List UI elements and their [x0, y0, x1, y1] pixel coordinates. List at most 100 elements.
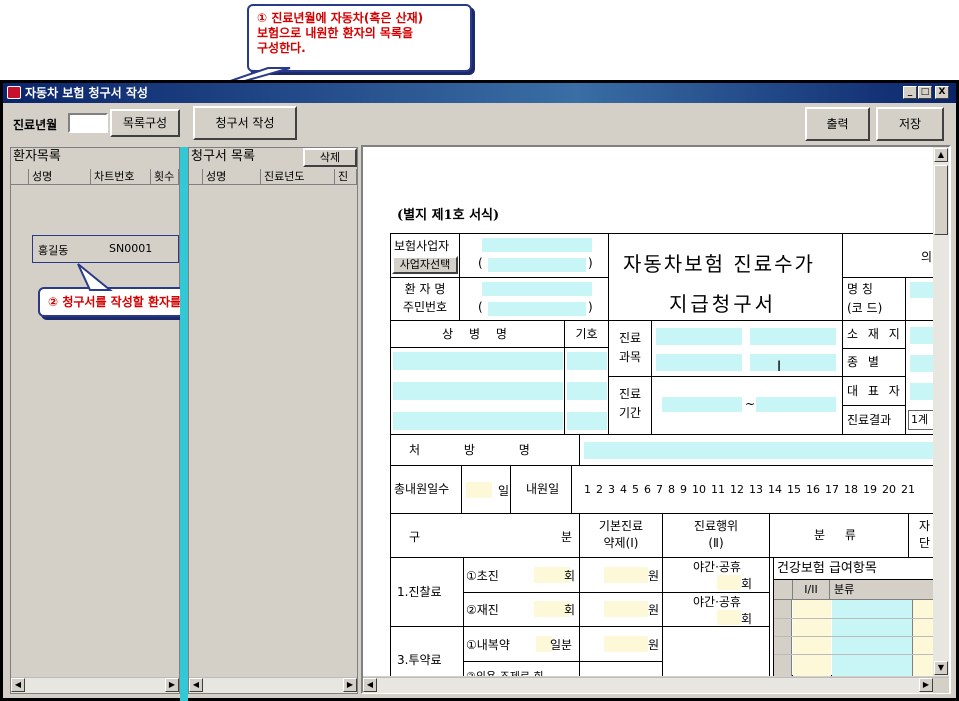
close-button[interactable]: X: [935, 86, 949, 99]
visit-day[interactable]: 5: [632, 483, 639, 496]
prescription-field[interactable]: [584, 442, 933, 459]
visit-day[interactable]: 18: [844, 483, 858, 496]
insurer-label: 보험사업자: [394, 239, 450, 253]
visit-day[interactable]: 14: [768, 483, 782, 496]
build-list-button[interactable]: 목록구성: [110, 109, 180, 137]
patient-name-field[interactable]: [482, 282, 592, 296]
health-grid-type-col[interactable]: [793, 600, 831, 676]
dept-label-1: 진료: [618, 331, 642, 345]
address-field[interactable]: [910, 327, 933, 344]
health-grid-category-col[interactable]: [832, 600, 912, 676]
visit-day[interactable]: 20: [882, 483, 896, 496]
patient-row[interactable]: 홍길동 SN0001: [32, 235, 179, 263]
col-name[interactable]: 성명: [29, 169, 91, 184]
scroll-right-arrow-icon[interactable]: ▶: [919, 678, 933, 692]
result-select[interactable]: 1계: [908, 410, 933, 430]
scroll-left-arrow-icon[interactable]: ◀: [189, 678, 203, 692]
period-label-cell: 진료 기간: [608, 376, 652, 435]
symbol-field-2[interactable]: [567, 382, 607, 400]
resize-grip-icon[interactable]: [933, 678, 949, 693]
scroll-down-arrow-icon[interactable]: ▼: [934, 661, 948, 675]
dept-field-2[interactable]: [750, 328, 836, 345]
scroll-left-arrow-icon[interactable]: ◀: [11, 678, 25, 692]
disease-field-2[interactable]: [393, 382, 563, 400]
night-count-1[interactable]: [717, 575, 741, 590]
night-unit: 회: [741, 612, 753, 626]
dept-field-1[interactable]: [656, 328, 742, 345]
vscroll-thumb[interactable]: [934, 165, 948, 235]
delete-button[interactable]: 삭제: [303, 148, 357, 167]
revisit-fee[interactable]: [604, 601, 648, 617]
type-field[interactable]: [910, 355, 933, 372]
visit-day[interactable]: 15: [787, 483, 801, 496]
visit-day[interactable]: 19: [863, 483, 877, 496]
col-count[interactable]: 횟수: [151, 169, 179, 184]
write-claim-button[interactable]: 청구서 작성: [193, 106, 297, 140]
minimize-button[interactable]: _: [903, 86, 917, 99]
visit-day[interactable]: 16: [806, 483, 820, 496]
visit-day-list: 1 2 3 4 5 6 7 8 9 10 11 12 13 14 15 16 17 18 19 20 21: [584, 483, 920, 496]
visit-day[interactable]: 6: [644, 483, 651, 496]
visit-day[interactable]: 11: [711, 483, 725, 496]
splitter[interactable]: [180, 147, 188, 701]
period-end-field[interactable]: [756, 397, 836, 412]
patient-hscroll[interactable]: ◀ ▶: [11, 677, 179, 693]
disease-field-3[interactable]: [393, 412, 563, 430]
first-visit-fee[interactable]: [604, 567, 648, 583]
visit-day[interactable]: 12: [730, 483, 744, 496]
dept-field-3[interactable]: [656, 354, 742, 371]
col-chart-no[interactable]: 차트번호: [91, 169, 151, 184]
rep-label: 대 표 자: [842, 376, 906, 406]
dept-field-4[interactable]: [750, 354, 836, 371]
total-days-field[interactable]: [466, 482, 492, 498]
symbol-field-3[interactable]: [567, 412, 607, 430]
scroll-right-arrow-icon[interactable]: ▶: [343, 678, 357, 692]
claim-hscroll[interactable]: ◀ ▶: [189, 677, 357, 693]
visit-day[interactable]: 21: [901, 483, 915, 496]
act-label-2: (Ⅱ): [708, 536, 724, 550]
visit-day[interactable]: 13: [749, 483, 763, 496]
rep-field[interactable]: [910, 383, 933, 400]
visit-day[interactable]: 8: [668, 483, 675, 496]
form-vscroll[interactable]: ▲ ▼: [933, 147, 949, 676]
form-hscroll[interactable]: ◀ ▶: [363, 677, 949, 693]
h-col-category[interactable]: 분류: [834, 580, 854, 600]
patient-id-field[interactable]: [488, 302, 586, 316]
internal-med-fee[interactable]: [604, 636, 648, 652]
month-label: 진료년월: [13, 118, 58, 132]
save-button[interactable]: 저장: [876, 107, 944, 141]
visit-day[interactable]: 4: [620, 483, 627, 496]
hospital-header-cell: 의: [842, 233, 933, 278]
maximize-button[interactable]: □: [918, 86, 932, 99]
month-input[interactable]: [68, 113, 108, 133]
insurer-name-field[interactable]: [482, 238, 592, 252]
visit-day[interactable]: 3: [608, 483, 615, 496]
visit-day[interactable]: 9: [680, 483, 687, 496]
night-count-2[interactable]: [717, 610, 741, 625]
scroll-left-arrow-icon[interactable]: ◀: [363, 678, 377, 692]
visit-day[interactable]: 1: [584, 483, 591, 496]
col-claim-more[interactable]: 진: [335, 169, 357, 184]
scroll-right-arrow-icon[interactable]: ▶: [165, 678, 179, 692]
print-button[interactable]: 출력: [805, 107, 870, 141]
visit-day[interactable]: 2: [596, 483, 603, 496]
scroll-up-arrow-icon[interactable]: ▲: [934, 148, 948, 162]
health-grid-extra-col[interactable]: [912, 600, 933, 676]
day-unit: 일: [498, 484, 510, 498]
h-col-type[interactable]: I/II: [792, 580, 830, 600]
period-start-field[interactable]: [662, 397, 742, 412]
col-claim-year[interactable]: 진료년도: [261, 169, 335, 184]
insurer-select-button[interactable]: 사업자선택: [392, 256, 458, 274]
visit-day[interactable]: 10: [692, 483, 706, 496]
right-label-1: 자: [919, 519, 931, 533]
visit-day[interactable]: 7: [656, 483, 663, 496]
hospital-name-field[interactable]: [910, 282, 933, 298]
window-title: 자동차 보험 청구서 작성: [25, 86, 148, 100]
symbol-field-1[interactable]: [567, 352, 607, 370]
disease-field-1[interactable]: [393, 352, 563, 370]
hospital-code-label: (코 드): [847, 301, 883, 315]
visit-day[interactable]: 17: [825, 483, 839, 496]
col-claim-name[interactable]: 성명: [203, 169, 261, 184]
insurer-code-field[interactable]: [488, 258, 586, 272]
prescription-label: 처 방 명: [390, 434, 580, 466]
